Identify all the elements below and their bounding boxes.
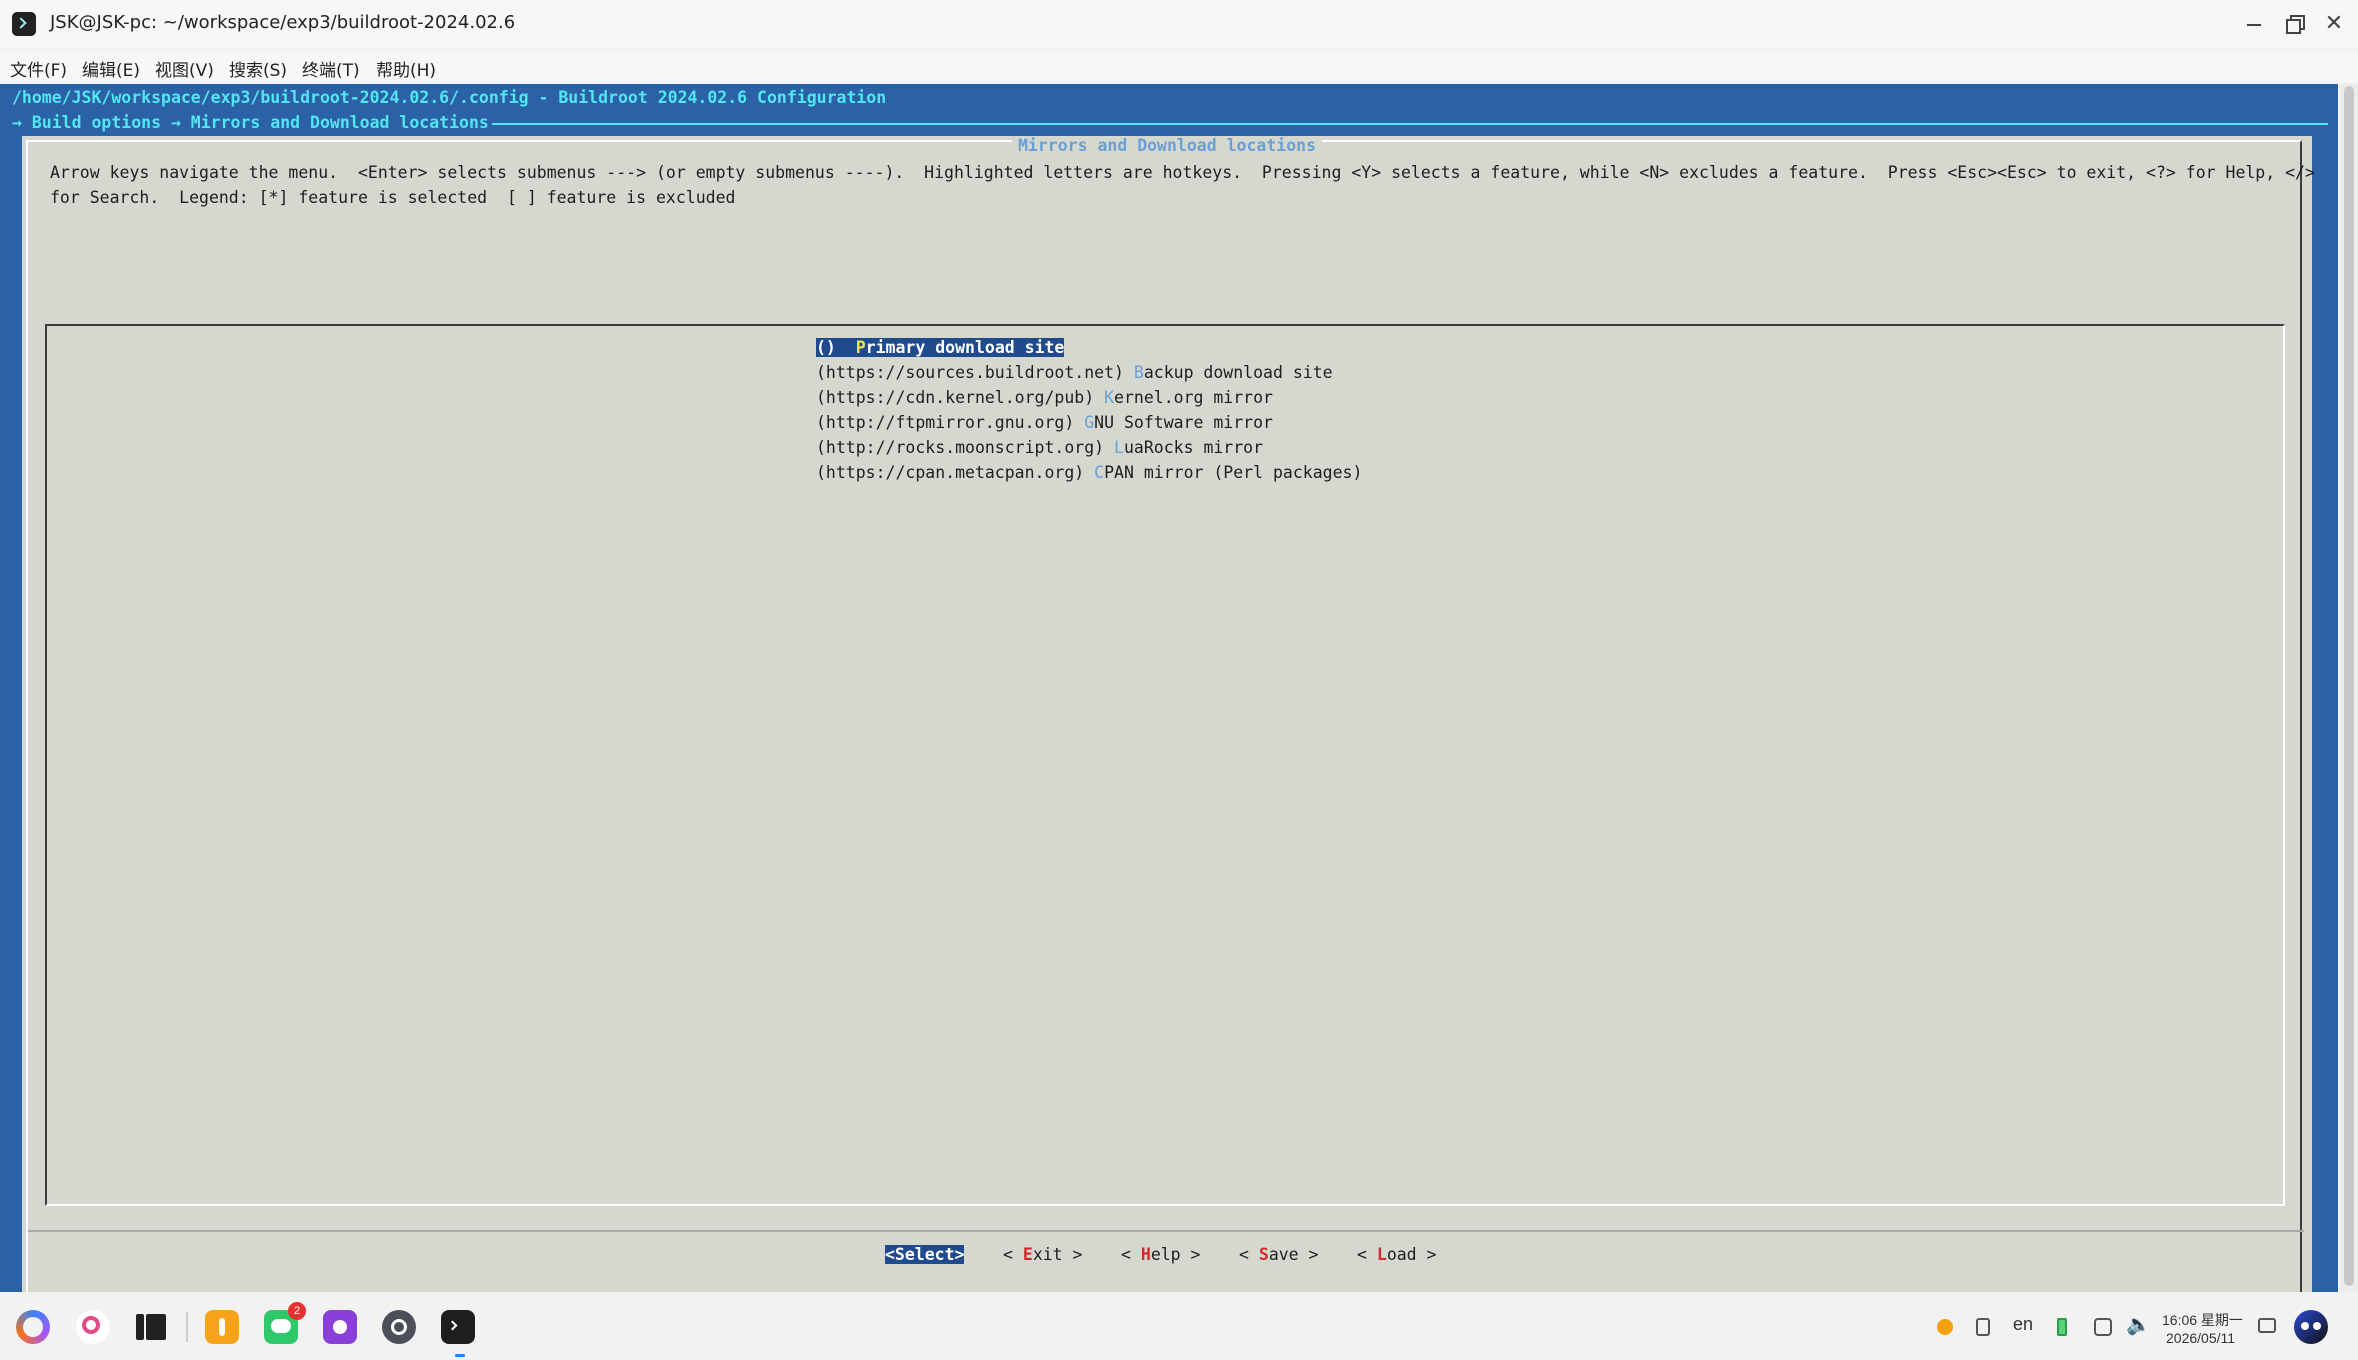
menuconfig-dialog: Mirrors and Download locations Arrow key… — [22, 136, 2315, 1330]
menu-edit[interactable]: 编辑(E) — [82, 56, 140, 81]
terminal-icon[interactable] — [441, 1310, 475, 1357]
menu-option-kernel-mirror[interactable]: (https://cdn.kernel.org/pub) Kernel.org … — [816, 388, 1273, 407]
settings-icon[interactable] — [382, 1310, 416, 1344]
app-terminal-icon — [12, 12, 36, 36]
maximize-button[interactable] — [2280, 10, 2308, 38]
menu-bar: 文件(F) 编辑(E) 视图(V) 搜索(S) 终端(T) 帮助(H) — [0, 52, 2358, 82]
clock-time[interactable]: 16:06 星期一 — [2162, 1310, 2243, 1330]
app-store-icon[interactable] — [205, 1310, 239, 1344]
terminal-area[interactable]: /home/JSK/workspace/exp3/buildroot-2024.… — [0, 84, 2338, 1350]
launcher-icon[interactable] — [16, 1310, 50, 1344]
battery-icon[interactable] — [2057, 1318, 2067, 1336]
close-button[interactable]: ✕ — [2320, 10, 2348, 38]
camera-icon[interactable] — [323, 1310, 357, 1344]
multitask-icon[interactable] — [134, 1310, 168, 1344]
language-indicator[interactable]: en — [2013, 1314, 2033, 1335]
config-path: /home/JSK/workspace/exp3/buildroot-2024.… — [12, 88, 887, 107]
help-text-line-2: for Search. Legend: [*] feature is selec… — [50, 188, 736, 207]
help-button[interactable]: < Help > — [1121, 1245, 1200, 1264]
scrollbar-thumb[interactable] — [2344, 86, 2354, 1286]
clock-date[interactable]: 2026/05/11 — [2166, 1330, 2235, 1346]
search-icon[interactable] — [76, 1310, 110, 1344]
breadcrumb-divider — [492, 123, 2328, 125]
menu-file[interactable]: 文件(F) — [10, 56, 67, 81]
select-button[interactable]: <Select> — [885, 1245, 965, 1264]
menu-view[interactable]: 视图(V) — [155, 56, 214, 81]
chat-icon[interactable]: 2 — [264, 1302, 306, 1344]
menu-terminal[interactable]: 终端(T) — [302, 56, 360, 81]
menu-option-backup-site[interactable]: (https://sources.buildroot.net) Backup d… — [816, 363, 1333, 382]
volume-icon[interactable]: 🔈 — [2126, 1312, 2151, 1337]
load-button[interactable]: < Load > — [1357, 1245, 1436, 1264]
menu-help[interactable]: 帮助(H) — [376, 56, 436, 81]
title-bar: JSK@JSK-pc: ~/workspace/exp3/buildroot-2… — [0, 0, 2358, 48]
status-dot-icon[interactable] — [1937, 1319, 1953, 1335]
help-text-line-1: Arrow keys navigate the menu. <Enter> se… — [50, 163, 2315, 182]
menu-option-primary-site[interactable]: () Primary download site — [816, 338, 1065, 357]
save-button[interactable]: < Save > — [1239, 1245, 1318, 1264]
exit-button[interactable]: < Exit > — [1003, 1245, 1082, 1264]
dialog-title: Mirrors and Download locations — [1011, 136, 1322, 155]
notification-badge: 2 — [288, 1302, 306, 1320]
assistant-icon[interactable] — [2294, 1310, 2328, 1344]
menu-option-cpan-mirror[interactable]: (https://cpan.metacpan.org) CPAN mirror … — [816, 463, 1362, 482]
window-title: JSK@JSK-pc: ~/workspace/exp3/buildroot-2… — [50, 12, 516, 33]
taskbar-separator — [186, 1312, 188, 1342]
clipboard-icon[interactable] — [1976, 1318, 1990, 1336]
menu-option-luarocks-mirror[interactable]: (http://rocks.moonscript.org) LuaRocks m… — [816, 438, 1263, 457]
breadcrumb: → Build options → Mirrors and Download l… — [12, 113, 489, 132]
network-icon[interactable] — [2094, 1318, 2112, 1336]
menu-search[interactable]: 搜索(S) — [229, 56, 287, 81]
button-row-divider — [28, 1230, 2304, 1232]
minimize-button[interactable] — [2240, 10, 2268, 38]
menu-option-gnu-mirror[interactable]: (http://ftpmirror.gnu.org) GNU Software … — [816, 413, 1273, 432]
notification-center-icon[interactable] — [2258, 1318, 2276, 1333]
taskbar: 2 en 🔈 16:06 星期一 2026/05/11 — [0, 1292, 2358, 1360]
